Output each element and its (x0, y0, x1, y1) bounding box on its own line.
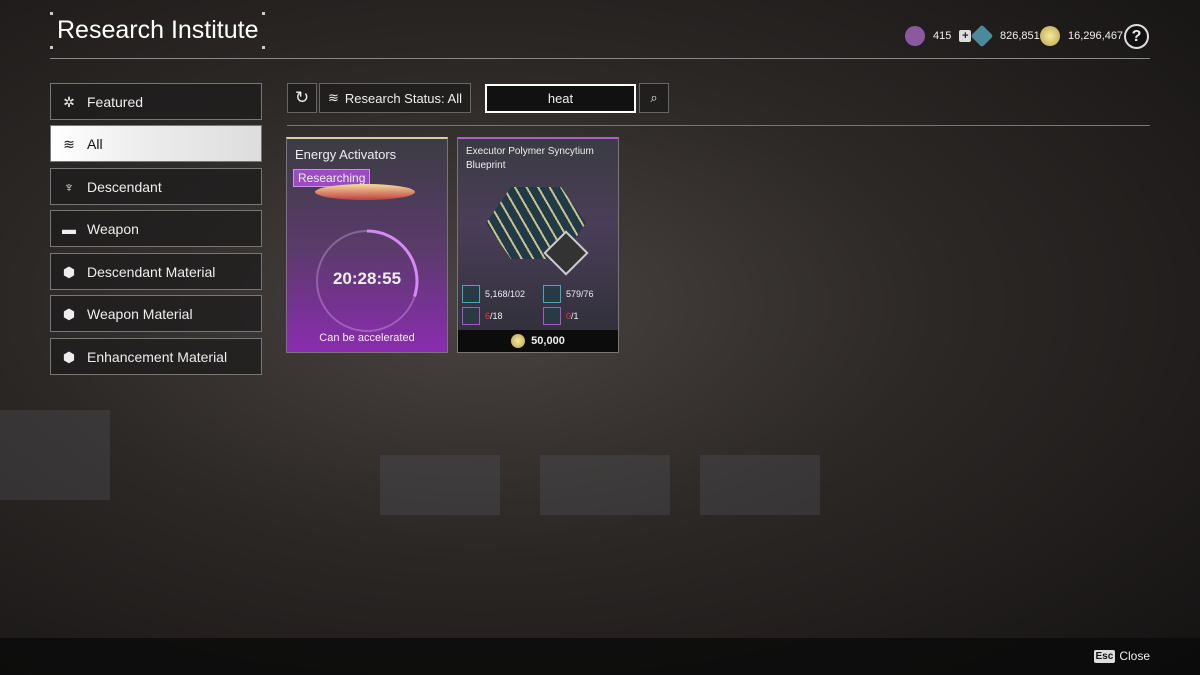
sidebar-item-all[interactable]: ≋ All (50, 125, 262, 162)
sidebar-item-label: Descendant Material (87, 263, 216, 280)
layers-icon: ≋ (328, 90, 339, 105)
currency-purple-token: 415 + (905, 26, 972, 46)
research-cost: 50,000 (458, 330, 618, 352)
weapon-material-icon: ⬢ (62, 305, 76, 322)
currency-value: 16,296,467 (1068, 30, 1124, 42)
sidebar-item-weapon-material[interactable]: ⬢ Weapon Material (50, 295, 262, 332)
currency-gold: 16,296,467 (1040, 26, 1123, 46)
sidebar-item-label: All (87, 135, 103, 152)
purple-token-icon (905, 26, 925, 46)
layers-icon: ≋ (63, 135, 75, 152)
currency-value: 415 (933, 30, 952, 42)
search-icon: ⌕ (650, 90, 658, 105)
refresh-icon: ↻ (294, 88, 310, 107)
material-1: 5,168/102 (462, 285, 525, 303)
add-token-button[interactable]: + (959, 30, 972, 42)
esc-key-icon: Esc (1093, 649, 1116, 663)
enhancement-material-icon: ⬢ (62, 348, 76, 365)
sidebar-item-descendant-material[interactable]: ⬢ Descendant Material (50, 253, 262, 290)
sidebar-item-label: Descendant (87, 178, 162, 195)
material-icon (543, 285, 561, 303)
sidebar-item-label: Weapon (87, 220, 139, 237)
card-title: Executor Polymer Syncytium Blueprint (466, 146, 594, 171)
gold-coin-icon (1040, 26, 1060, 46)
descendant-icon: ♆ (63, 178, 75, 195)
filter-label: Research Status: All (344, 90, 462, 106)
material-count: 5,168/102 (485, 289, 526, 299)
sidebar-item-weapon[interactable]: ▬ Weapon (50, 210, 262, 247)
sidebar-item-label: Featured (87, 93, 144, 110)
search-input[interactable]: heat (485, 84, 636, 113)
currency-value: 826,851 (1000, 30, 1040, 42)
header-divider (50, 58, 1150, 59)
sidebar-item-label: Enhancement Material (87, 348, 228, 365)
star-cluster-icon: ✲ (63, 93, 75, 110)
material-4: 0/1 (543, 307, 579, 325)
sidebar-item-descendant[interactable]: ♆ Descendant (50, 168, 262, 205)
kuiper-shard-icon (970, 24, 994, 48)
research-status-filter[interactable]: ≋ Research Status: All (319, 83, 471, 113)
material-3: 6/18 (462, 307, 503, 325)
sidebar-item-enhancement-material[interactable]: ⬢ Enhancement Material (50, 338, 262, 375)
gold-coin-icon (511, 334, 526, 348)
page-title: Research Institute (57, 16, 259, 44)
research-card-executor-blueprint[interactable]: Executor Polymer Syncytium Blueprint 5,1… (457, 137, 619, 353)
sidebar-item-label: Weapon Material (87, 305, 193, 322)
search-button[interactable]: ⌕ (639, 83, 669, 113)
sidebar-item-featured[interactable]: ✲ Featured (50, 83, 262, 120)
cost-value: 50,000 (531, 335, 565, 347)
footer-bar: Esc Close (0, 638, 1200, 675)
research-card-energy-activators[interactable]: Energy Activators Researching 20:28:55 C… (286, 137, 448, 353)
material-count: 0/1 (566, 311, 579, 321)
help-button[interactable]: ? (1124, 24, 1149, 49)
material-count: 6/18 (485, 311, 503, 321)
refresh-button[interactable]: ↻ (287, 83, 317, 113)
accelerate-note: Can be accelerated (319, 332, 415, 344)
material-icon (462, 285, 480, 303)
close-button[interactable]: Esc Close (1093, 649, 1150, 663)
material-icon (462, 307, 480, 325)
content-divider (287, 125, 1150, 126)
close-label: Close (1119, 649, 1150, 663)
card-title: Energy Activators (295, 147, 397, 162)
material-count: 579/76 (566, 289, 594, 299)
material-icon (543, 307, 561, 325)
energy-activator-image (315, 184, 415, 200)
gun-icon: ▬ (62, 220, 76, 237)
currency-kuiper: 826,851 (970, 24, 1040, 48)
research-timer: 20:28:55 (332, 269, 402, 288)
descendant-material-icon: ⬢ (62, 263, 76, 280)
material-2: 579/76 (543, 285, 594, 303)
